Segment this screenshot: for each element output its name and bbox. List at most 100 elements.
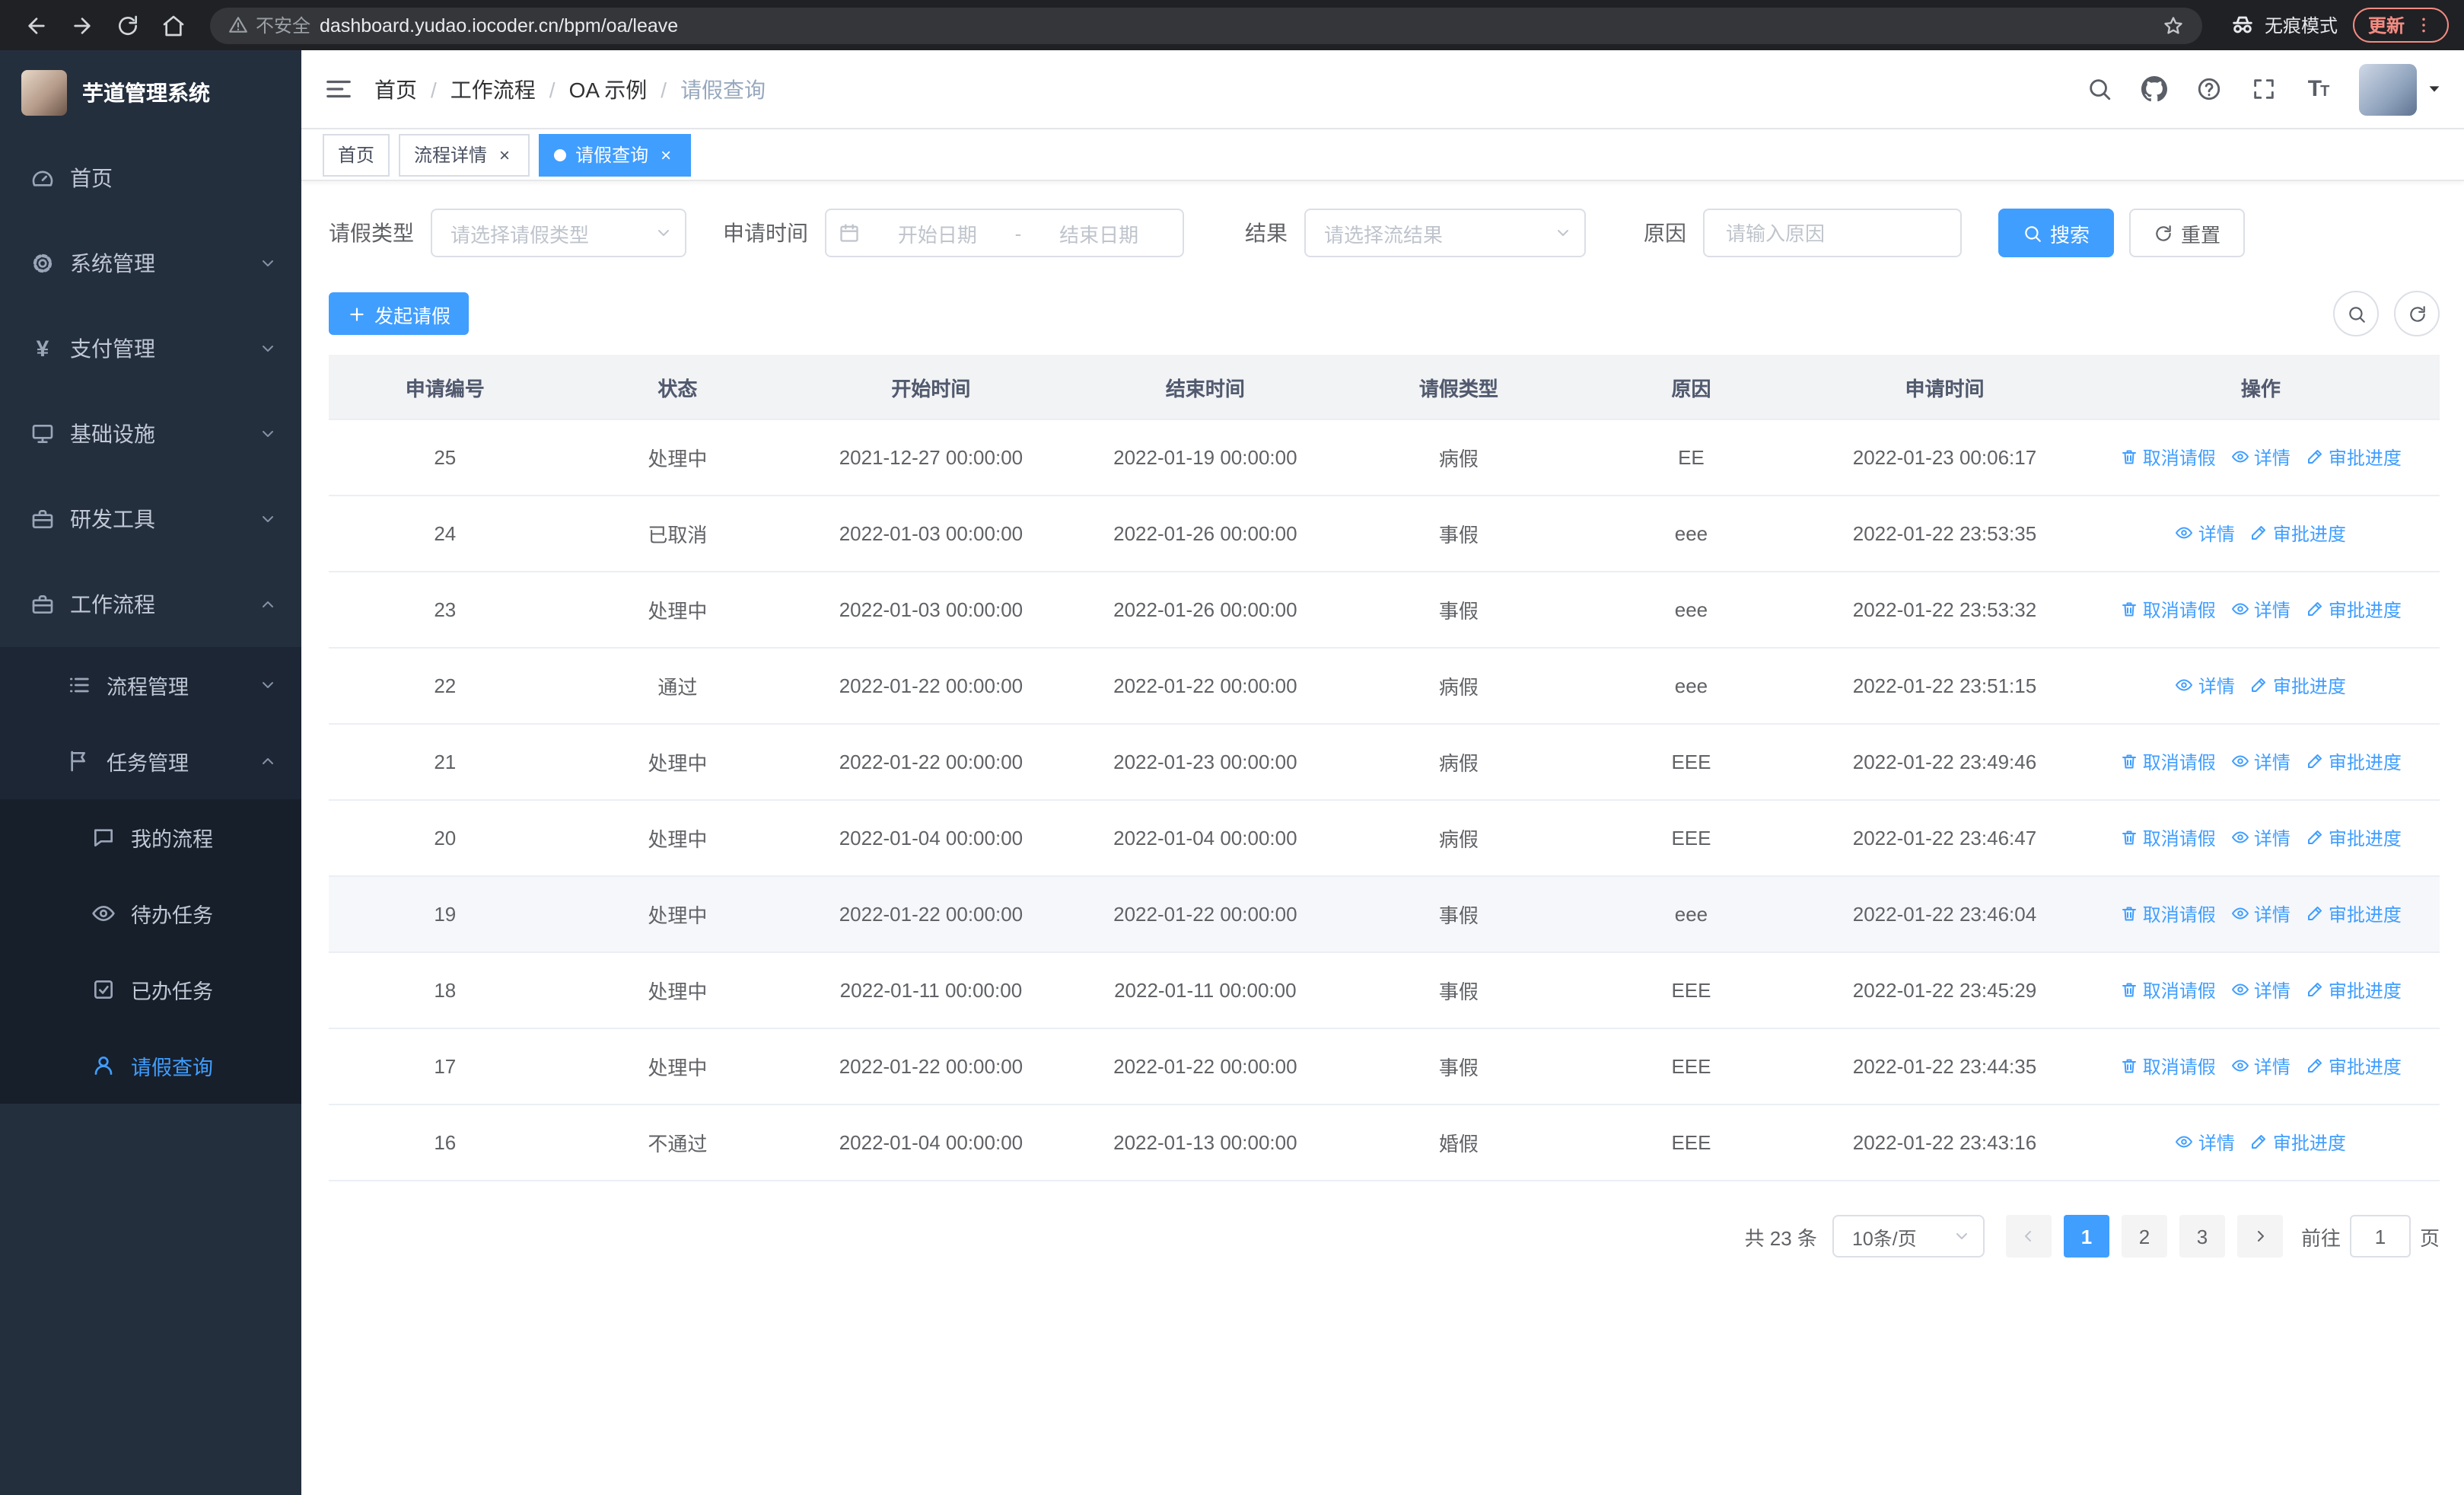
tab-leave-query[interactable]: 请假查询	[539, 133, 692, 176]
page-size-select[interactable]: 10条/页	[1832, 1215, 1985, 1258]
browser-back-button[interactable]	[15, 4, 58, 46]
result-select[interactable]: 请选择流结果	[1304, 209, 1586, 257]
detail-action[interactable]: 详情	[2176, 1130, 2235, 1156]
sidebar-item-my-process[interactable]: 我的流程	[0, 799, 301, 875]
sidebar-item-home[interactable]: 首页	[0, 135, 301, 221]
detail-action[interactable]: 详情	[2231, 445, 2291, 470]
sidebar-item-system[interactable]: 系统管理	[0, 221, 301, 306]
cancel-leave-action[interactable]: 取消请假	[2120, 445, 2216, 470]
refresh-table-button[interactable]	[2394, 291, 2440, 336]
progress-action[interactable]: 审批进度	[2306, 977, 2402, 1003]
cancel-leave-action[interactable]: 取消请假	[2120, 825, 2216, 851]
reason-input[interactable]	[1723, 220, 1942, 246]
progress-action[interactable]: 审批进度	[2306, 597, 2402, 623]
sidebar-item-workflow[interactable]: 工作流程	[0, 562, 301, 647]
cancel-leave-action[interactable]: 取消请假	[2120, 1054, 2216, 1079]
sidebar-item-label: 请假查询	[131, 1057, 213, 1079]
start-date-placeholder: 开始日期	[897, 223, 977, 246]
progress-action[interactable]: 审批进度	[2306, 825, 2402, 851]
reset-button[interactable]: 重置	[2129, 209, 2246, 257]
goto-page-input[interactable]	[2349, 1215, 2411, 1258]
browser-forward-button[interactable]	[61, 4, 103, 46]
sidebar-item-todo-tasks[interactable]: 待办任务	[0, 875, 301, 952]
cancel-leave-action[interactable]: 取消请假	[2120, 597, 2216, 623]
leave-type-label: 请假类型	[329, 221, 414, 245]
font-size-icon[interactable]: TT	[2292, 63, 2344, 115]
cell-apply: 2022-01-22 23:53:32	[1807, 572, 2082, 649]
page-button-1[interactable]: 1	[2063, 1215, 2109, 1258]
cancel-leave-action[interactable]: 取消请假	[2120, 977, 2216, 1003]
cancel-leave-action[interactable]: 取消请假	[2120, 749, 2216, 775]
progress-action[interactable]: 审批进度	[2250, 1130, 2346, 1156]
cell-type: 事假	[1342, 876, 1575, 953]
address-bar[interactable]: 不安全 dashboard.yudao.iocoder.cn/bpm/oa/le…	[210, 7, 2202, 43]
search-button[interactable]: 搜索	[1998, 209, 2115, 257]
cell-type: 事假	[1342, 572, 1575, 649]
sidebar-collapse-button[interactable]	[301, 50, 374, 128]
tab-close-icon[interactable]	[656, 145, 676, 164]
detail-action[interactable]: 详情	[2231, 749, 2291, 775]
browser-update-button[interactable]: 更新	[2352, 8, 2449, 43]
date-range-picker[interactable]: 开始日期 - 结束日期	[825, 209, 1184, 257]
detail-action[interactable]: 详情	[2176, 521, 2235, 547]
help-icon[interactable]	[2182, 63, 2234, 115]
detail-action[interactable]: 详情	[2231, 977, 2291, 1003]
detail-action[interactable]: 详情	[2231, 901, 2291, 927]
cell-start: 2022-01-04 00:00:00	[794, 1105, 1068, 1181]
sidebar-item-task-management[interactable]: 任务管理	[0, 723, 301, 799]
page-button-2[interactable]: 2	[2121, 1215, 2167, 1258]
menu-dots-icon[interactable]	[2414, 15, 2434, 35]
tab-home[interactable]: 首页	[323, 133, 390, 176]
page-button-3[interactable]: 3	[2179, 1215, 2225, 1258]
sidebar-item-payment[interactable]: ¥ 支付管理	[0, 306, 301, 391]
detail-action[interactable]: 详情	[2231, 825, 2291, 851]
table-header-row: 申请编号 状态 开始时间 结束时间 请假类型 原因 申请时间 操作	[329, 355, 2440, 420]
progress-action[interactable]: 审批进度	[2306, 1054, 2402, 1079]
fullscreen-icon[interactable]	[2237, 63, 2289, 115]
detail-action[interactable]: 详情	[2231, 1054, 2291, 1079]
progress-action[interactable]: 审批进度	[2306, 901, 2402, 927]
browser-home-button[interactable]	[152, 4, 195, 46]
progress-action[interactable]: 审批进度	[2250, 673, 2346, 699]
browser-reload-button[interactable]	[107, 4, 149, 46]
leave-type-select[interactable]: 请选择请假类型	[431, 209, 686, 257]
progress-action[interactable]: 审批进度	[2306, 749, 2402, 775]
sidebar-item-done-tasks[interactable]: 已办任务	[0, 952, 301, 1028]
cell-reason: EEE	[1574, 724, 1808, 801]
sidebar-item-leave-query[interactable]: 请假查询	[0, 1028, 301, 1104]
detail-action[interactable]: 详情	[2176, 673, 2235, 699]
total-count: 共 23 条	[1744, 1226, 1817, 1249]
progress-action[interactable]: 审批进度	[2306, 445, 2402, 470]
create-leave-button[interactable]: 发起请假	[329, 292, 470, 335]
cell-apply: 2022-01-22 23:46:04	[1807, 876, 2082, 953]
cell-end: 2022-01-22 00:00:00	[1068, 648, 1343, 725]
sidebar-item-label: 流程管理	[107, 676, 189, 699]
caret-down-icon[interactable]	[2426, 81, 2443, 97]
chevron-left-icon	[2020, 1227, 2038, 1245]
bookmark-star-icon[interactable]	[2163, 14, 2184, 36]
sidebar-item-devtools[interactable]: 研发工具	[0, 477, 301, 562]
breadcrumb: 首页 工作流程 OA 示例 请假查询	[374, 74, 766, 104]
toggle-search-button[interactable]	[2333, 291, 2379, 336]
gear-icon	[30, 251, 55, 276]
sidebar-item-infrastructure[interactable]: 基础设施	[0, 391, 301, 477]
table-body: 25 处理中 2021-12-27 00:00:00 2022-01-19 00:00…	[329, 419, 2440, 1181]
cell-apply: 2022-01-22 23:53:35	[1807, 496, 2082, 572]
prev-page-button[interactable]	[2005, 1215, 2052, 1258]
progress-action[interactable]: 审批进度	[2250, 521, 2346, 547]
tab-close-icon[interactable]	[495, 145, 514, 164]
cell-reason: EEE	[1574, 1028, 1808, 1105]
next-page-button[interactable]	[2236, 1215, 2283, 1258]
tab-process-detail[interactable]: 流程详情	[399, 133, 530, 176]
user-avatar[interactable]	[2359, 63, 2417, 115]
cancel-leave-action[interactable]: 取消请假	[2120, 901, 2216, 927]
detail-action[interactable]: 详情	[2231, 597, 2291, 623]
search-icon[interactable]	[2073, 63, 2125, 115]
github-icon[interactable]	[2128, 63, 2179, 115]
sidebar-item-process-management[interactable]: 流程管理	[0, 647, 301, 723]
sidebar-item-label: 待办任务	[131, 904, 213, 927]
breadcrumb-home[interactable]: 首页	[374, 74, 450, 104]
cell-id: 18	[329, 952, 562, 1029]
security-warning[interactable]: 不安全	[228, 12, 310, 38]
cell-type: 病假	[1342, 419, 1575, 496]
